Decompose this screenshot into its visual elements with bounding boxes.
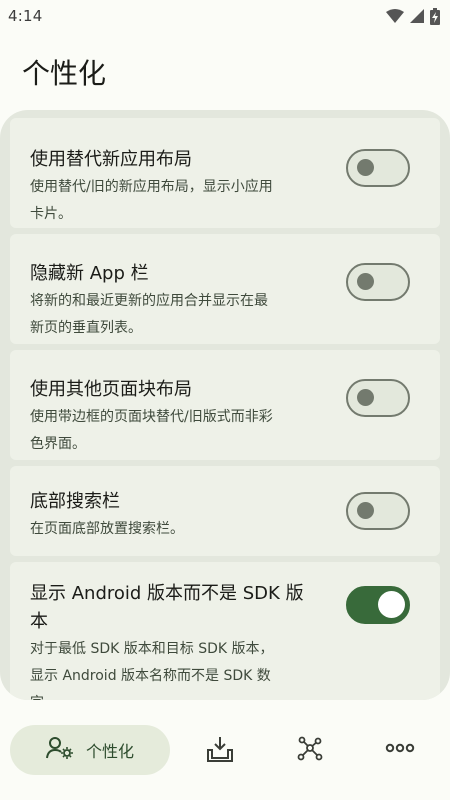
bottom-search-bar-toggle[interactable] [346,492,410,530]
status-bar: 4:14 [0,0,450,32]
setting-title: 隐藏新 App 栏 [30,263,149,284]
setting-title: 底部搜索栏 [30,491,120,512]
setting-description: 使用带边框的页面块替代/旧版式而非彩 色界面。 [30,409,273,452]
setting-description: 对于最低 SDK 版本和目标 SDK 版本， 显示 Android 版本名称而不… [30,641,274,700]
settings-list: 使用替代新应用布局 使用替代/旧的新应用布局，显示小应用 卡片。 隐藏新 App… [0,110,450,700]
wifi-icon [386,9,404,23]
toggle-knob [357,159,374,176]
nav-active-label: 个性化 [85,742,134,761]
cell-signal-icon [410,9,424,23]
setting-bottom-search-bar[interactable]: 底部搜索栏 在页面底部放置搜索栏。 [10,466,440,556]
alt-page-block-layout-toggle[interactable] [346,379,410,417]
settings-panel[interactable]: 使用替代新应用布局 使用替代/旧的新应用布局，显示小应用 卡片。 隐藏新 App… [0,110,450,700]
toggle-knob [357,273,374,290]
setting-description: 在页面底部放置搜索栏。 [30,521,184,537]
battery-charging-icon [430,7,440,25]
toggle-knob [357,389,374,406]
setting-show-android-version[interactable]: 显示 Android 版本而不是 SDK 版 本 对于最低 SDK 版本和目标 … [10,562,440,700]
hide-new-app-bar-toggle[interactable] [346,263,410,301]
setting-alt-page-block-layout[interactable]: 使用其他页面块布局 使用带边框的页面块替代/旧版式而非彩 色界面。 [10,350,440,460]
setting-hide-new-app-bar[interactable]: 隐藏新 App 栏 将新的和最近更新的应用合并显示在最 新页的垂直列表。 [10,234,440,344]
setting-title: 显示 Android 版本而不是 SDK 版 本 [30,583,304,632]
personalization-icon [45,736,74,764]
status-time: 4:14 [8,7,43,25]
setting-alt-new-app-layout[interactable]: 使用替代新应用布局 使用替代/旧的新应用布局，显示小应用 卡片。 [10,118,440,228]
download-icon[interactable] [206,736,234,762]
graph-nodes-icon[interactable] [296,736,324,762]
toggle-knob [378,591,405,618]
setting-description: 将新的和最近更新的应用合并显示在最 新页的垂直列表。 [30,293,268,336]
setting-description: 使用替代/旧的新应用布局，显示小应用 卡片。 [30,179,273,222]
alt-new-app-layout-toggle[interactable] [346,149,410,187]
status-icons [386,7,440,25]
page-title: 个性化 [22,57,107,90]
toggle-knob [357,502,374,519]
nav-item-personalization[interactable]: 个性化 [10,725,170,775]
more-dots-icon[interactable] [385,742,415,754]
bottom-navigation: 个性化 [0,700,450,800]
show-android-version-toggle[interactable] [346,586,410,624]
setting-title: 使用替代新应用布局 [30,149,192,170]
setting-title: 使用其他页面块布局 [30,379,192,400]
